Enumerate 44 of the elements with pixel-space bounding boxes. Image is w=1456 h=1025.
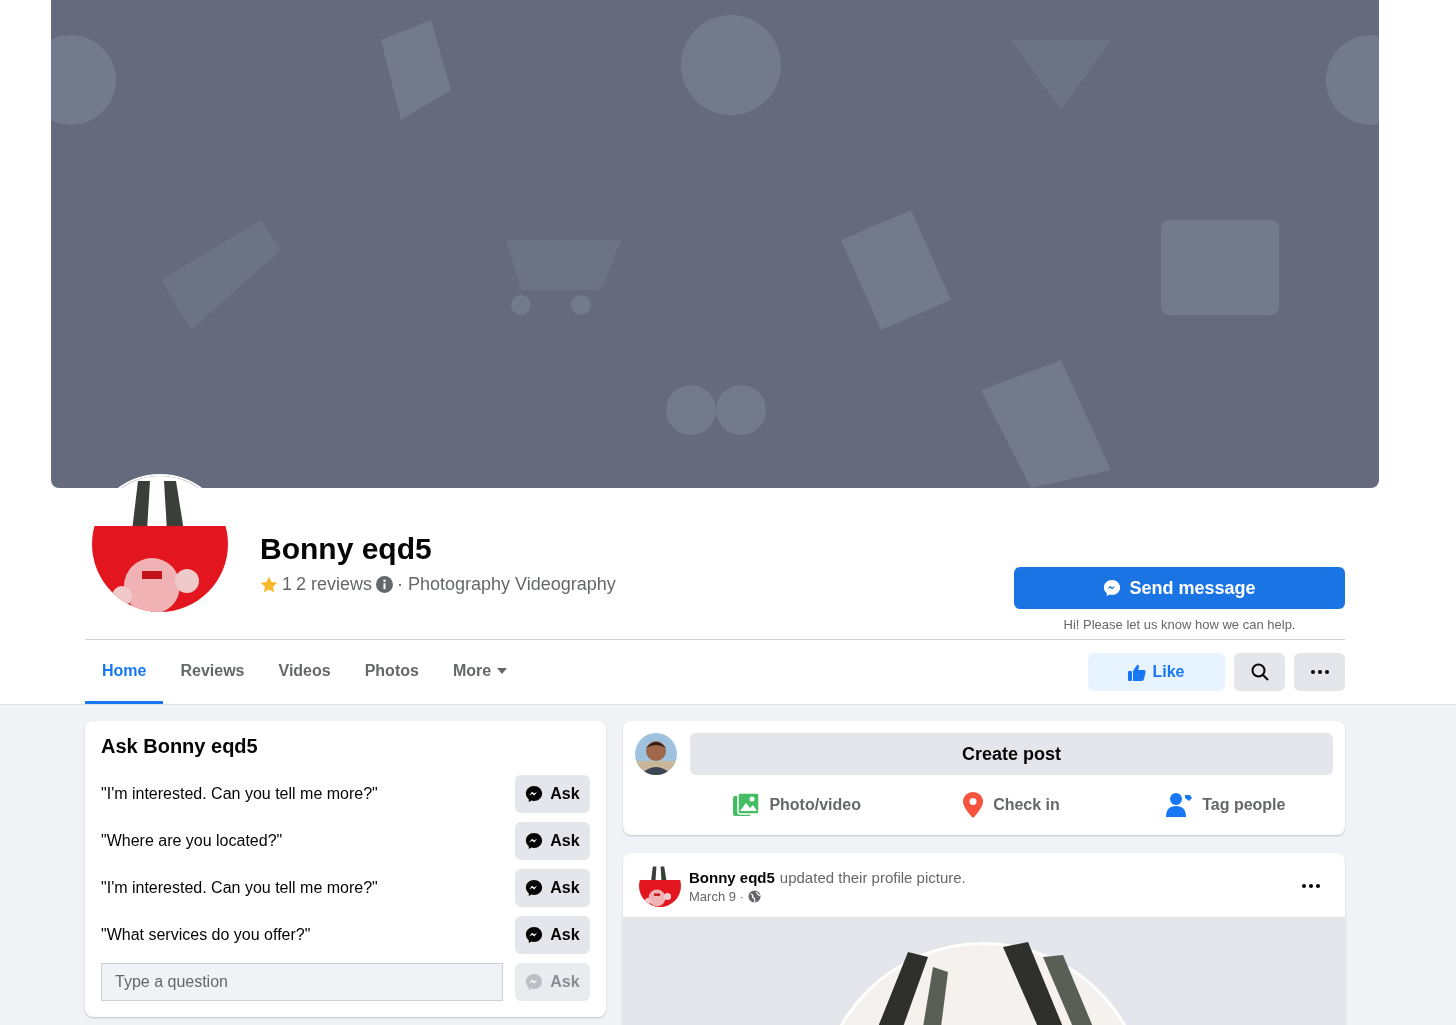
post-action: updated their profile picture. (779, 868, 966, 886)
composer-option[interactable]: Photo/video (690, 783, 905, 827)
messenger-icon (525, 879, 544, 897)
ask-button[interactable]: Ask (515, 822, 590, 860)
info-icon (376, 576, 394, 593)
composer-option[interactable]: Tag people (1118, 783, 1333, 827)
more-icon (1302, 884, 1320, 888)
star-icon (260, 575, 278, 594)
tag-person-icon (1166, 793, 1193, 817)
ask-button[interactable]: Ask (515, 869, 590, 907)
post-date: March 9 · (689, 888, 744, 904)
suggested-question: "What services do you offer?" (101, 926, 311, 944)
photo-icon (733, 793, 760, 817)
messenger-icon (525, 926, 544, 944)
more-icon (1310, 670, 1329, 674)
card-title: Ask Bonny eqd5 (101, 735, 259, 758)
composer-option[interactable]: Check in (904, 783, 1119, 827)
nav-tab[interactable]: Videos (261, 640, 348, 704)
like-button[interactable]: Like (1088, 653, 1225, 691)
send-message-button[interactable]: Send message (1014, 567, 1345, 609)
ask-button[interactable]: Ask (515, 775, 590, 813)
messenger-icon (525, 785, 544, 803)
globe-icon (747, 889, 761, 903)
messenger-icon (525, 973, 544, 991)
location-pin-icon (963, 792, 984, 818)
nav-tab[interactable]: More (435, 640, 525, 704)
search-button[interactable] (1234, 653, 1285, 691)
message-hint: Hi! Please let us know how we can help. (1063, 617, 1296, 632)
thumbs-up-icon (1128, 663, 1147, 681)
search-icon (1250, 663, 1269, 681)
nav-tab[interactable]: Reviews (163, 640, 262, 704)
suggested-question: "I'm interested. Can you tell me more?" (101, 785, 378, 803)
ask-button[interactable]: Ask (515, 916, 590, 954)
messenger-icon (1103, 579, 1122, 597)
nav-tab[interactable]: Photos (347, 640, 436, 704)
suggested-question: "Where are you located?" (101, 832, 283, 850)
suggested-question: "I'm interested. Can you tell me more?" (101, 879, 378, 897)
reviews-count: 2 reviews (296, 574, 373, 595)
rating-value: 1 (282, 574, 292, 595)
post-author[interactable]: Bonny eqd5 (689, 868, 775, 886)
create-post-button[interactable]: Create post (690, 733, 1333, 775)
page-category: · Photography Videography (397, 574, 616, 595)
page-name: Bonny eqd5 (260, 532, 433, 566)
messenger-icon (525, 832, 544, 850)
